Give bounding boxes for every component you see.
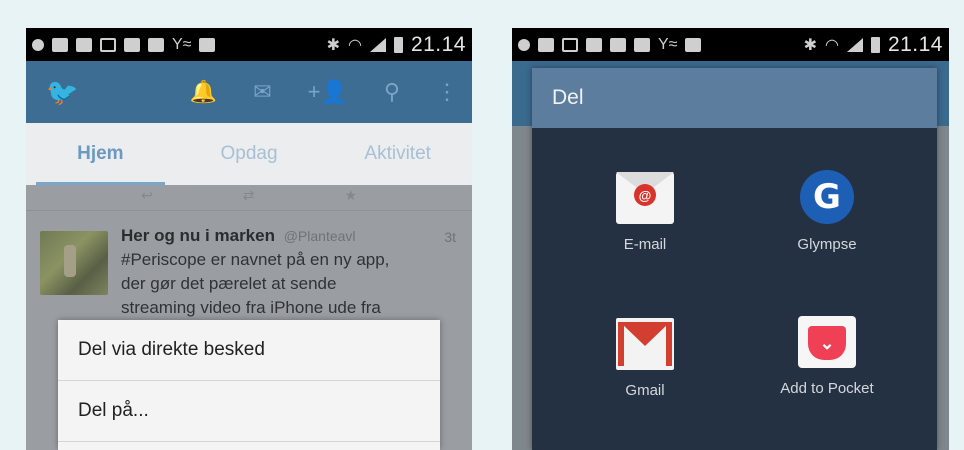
media-status-icon [685, 37, 702, 52]
battery-icon [393, 36, 403, 53]
tweet-header: Her og nu i marken @Planteavl [121, 226, 458, 246]
image-status-icon [562, 37, 578, 52]
status-bar: Y≈ ✱ ◠ 21.14 [512, 28, 949, 61]
overflow-menu-icon[interactable]: ⋮ [436, 79, 458, 105]
status-time: 21.14 [887, 32, 943, 56]
gallery-status-icon-2 [124, 37, 140, 52]
dialog-title: Del [532, 68, 937, 128]
menu-item-share-direct-message[interactable]: Del via direkte besked [58, 320, 440, 381]
screenshot-status-icon [148, 37, 164, 52]
image-status-icon [100, 37, 116, 52]
share-target-gmail[interactable]: Gmail [550, 318, 740, 399]
gmail-icon [616, 318, 674, 370]
gallery-status-icon-2 [610, 37, 626, 52]
glympse-icon: G [800, 170, 854, 224]
gallery-status-icon [76, 37, 92, 52]
media-status-icon [199, 37, 216, 52]
notifications-bell-icon[interactable]: 🔔 [190, 79, 217, 105]
user-add-status-icon [538, 37, 554, 52]
avatar[interactable] [40, 231, 108, 295]
share-target-pocket[interactable]: ⌄ Add to Pocket [732, 316, 922, 397]
bluetooth-icon: ✱ [803, 36, 817, 54]
bluetooth-icon: ✱ [326, 36, 340, 54]
tweet-text-line: streaming video fra iPhone ude fra [121, 298, 381, 317]
share-target-email[interactable]: @ E-mail [550, 172, 740, 253]
tweet-text-line: #Periscope er navnet på en ny app, [121, 250, 390, 269]
status-bar: Y≈ ✱ ◠ 21.14 [26, 28, 472, 61]
status-time: 21.14 [410, 32, 466, 56]
pocket-icon: ⌄ [798, 316, 856, 368]
tab-aktivitet[interactable]: Aktivitet [323, 123, 472, 185]
share-target-label: Gmail [625, 382, 665, 399]
wifi-icon: ◠ [824, 36, 839, 54]
tweet-text-line: der gør det pærelet at sende [121, 274, 337, 293]
wifi-icon: ◠ [347, 36, 362, 54]
share-target-label: Add to Pocket [780, 380, 874, 397]
user-add-status-icon [52, 37, 68, 52]
tweet-author-handle: @Planteavl [283, 228, 356, 244]
reply-icon[interactable]: ↩ [141, 187, 153, 210]
search-icon[interactable]: ⚲ [384, 79, 400, 105]
tweet-text: #Periscope er navnet på en ny app, der g… [121, 248, 458, 320]
share-dialog-screen: Y≈ ✱ ◠ 21.14 Del @ E-mail G Glympse Gmai [512, 28, 949, 450]
share-target-label: Glympse [797, 236, 857, 253]
share-target-label: E-mail [623, 236, 667, 253]
twitter-screen: Y≈ ✱ ◠ 21.14 🐦 🔔 ✉ +👤 ⚲ ⋮ Hjem Opdag Akt… [26, 28, 472, 450]
twitter-bird-icon[interactable]: 🐦 [46, 77, 78, 108]
notification-icon [518, 38, 530, 51]
notification-icon [32, 38, 44, 51]
tab-opdag[interactable]: Opdag [175, 123, 324, 185]
share-target-glympse[interactable]: G Glympse [732, 170, 922, 253]
signal-icon [846, 37, 863, 52]
tweet-author-name[interactable]: Her og nu i marken [121, 226, 275, 245]
gallery-status-icon [586, 37, 602, 52]
yahoo-status-text: Y≈ [658, 35, 678, 53]
menu-item-share-on[interactable]: Del på... [58, 381, 440, 442]
retweet-icon[interactable]: ⇄ [243, 187, 255, 210]
tweet-timestamp: 3t [444, 229, 456, 245]
signal-icon [369, 37, 386, 52]
share-dialog: Del @ E-mail G Glympse Gmail ⌄ Add to Po… [532, 68, 937, 450]
twitter-app-bar: 🐦 🔔 ✉ +👤 ⚲ ⋮ [26, 61, 472, 123]
tab-hjem[interactable]: Hjem [26, 123, 175, 185]
battery-icon [870, 36, 880, 53]
email-icon: @ [616, 172, 674, 224]
favorite-icon[interactable]: ★ [344, 187, 357, 210]
messages-envelope-icon[interactable]: ✉ [253, 79, 271, 105]
screenshot-status-icon [634, 37, 650, 52]
tab-bar: Hjem Opdag Aktivitet [26, 123, 472, 185]
share-menu-sheet: Del via direkte besked Del på... [58, 320, 440, 450]
previous-tweet-actions: ↩ ⇄ ★ [26, 185, 472, 211]
yahoo-status-text: Y≈ [172, 35, 192, 53]
add-user-icon[interactable]: +👤 [308, 79, 348, 105]
